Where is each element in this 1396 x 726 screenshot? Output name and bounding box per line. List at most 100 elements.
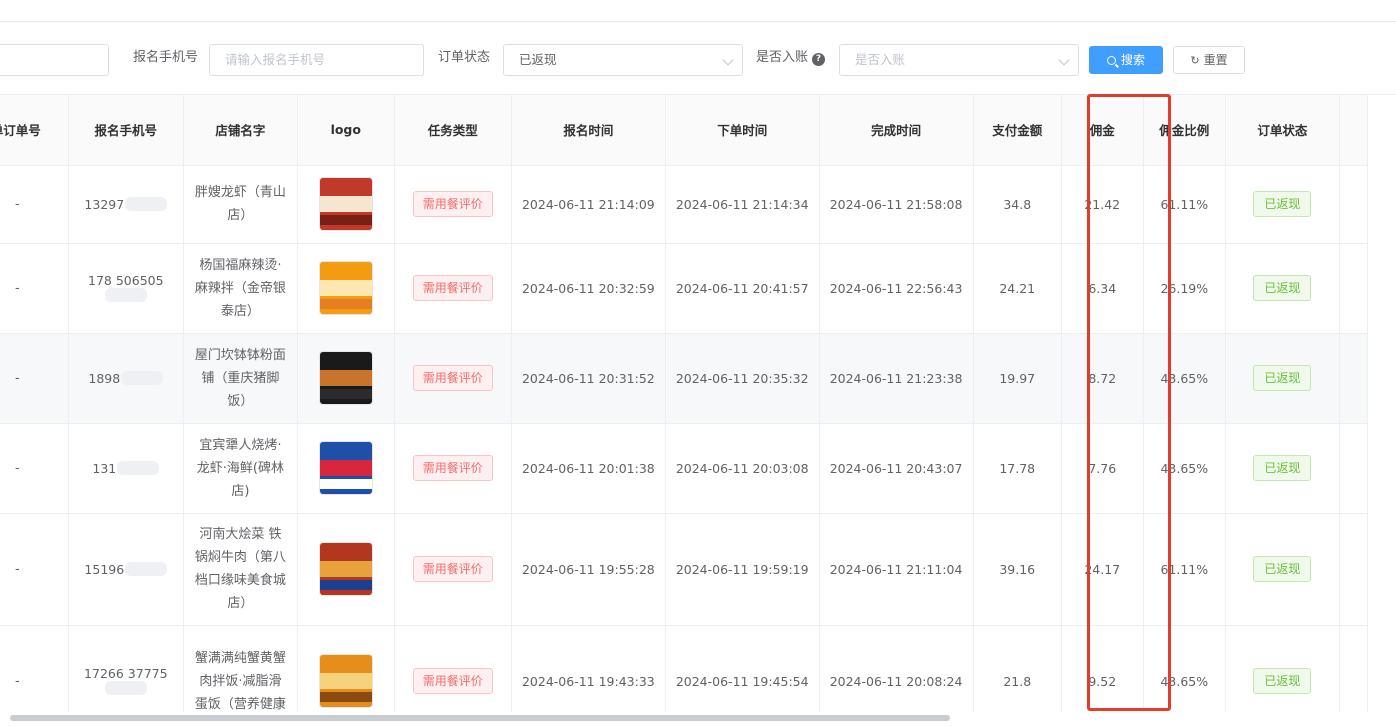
store-name-cell: 胖嫂龙虾（青山店） [183, 165, 298, 244]
phone-text: 13297 [84, 196, 125, 212]
redacted-blur [125, 196, 168, 211]
store-logo-image [319, 352, 372, 404]
task-type-cell: 需用餐评价 [394, 625, 512, 712]
order-time-cell: 2024-06-11 20:41:57 [665, 243, 820, 334]
column-header: 任务类型 [394, 95, 512, 166]
paid-amount-cell: 24.21 [973, 243, 1062, 334]
table-row[interactable]: - 1898 屋门坎钵钵粉面铺（重庆猪脚饭） 需用餐评价 2024-06-11 20:3… [0, 333, 1369, 424]
phone-filter-label: 报名手机号 [133, 50, 199, 65]
order-number-cell: - [0, 165, 69, 244]
order-number-cell: - [0, 625, 69, 712]
account-filter-label: 是否入账 [756, 50, 809, 65]
orders-table: 单订单号报名手机号店铺名字logo任务类型报名时间下单时间完成时间支付金额佣金佣… [0, 95, 1369, 712]
table-row[interactable]: - 131 宜宾犟人烧烤·龙虾·海鲜(碑林店) 需用餐评价 2024-06-11 20:… [0, 423, 1369, 514]
scrollbar-thumb[interactable] [10, 715, 950, 721]
commission-cell: 9.52 [1061, 625, 1144, 712]
reset-button-label: 重置 [1203, 53, 1228, 67]
status-badge: 已返现 [1253, 455, 1312, 481]
status-badge: 已返现 [1253, 556, 1312, 582]
column-header: 下单时间 [665, 95, 820, 166]
phone-text: 15196 [84, 561, 125, 577]
horizontal-scrollbar[interactable] [0, 712, 1396, 726]
table-row[interactable]: -17266 37775 蟹满满纯蟹黄蟹肉拌饭·减脂滑蛋饭（营养健康 需用餐评价 20… [0, 625, 1369, 712]
task-type-cell: 需用餐评价 [394, 165, 512, 244]
account-select[interactable]: 是否入账 [839, 44, 1079, 76]
signup-time-cell: 2024-06-11 19:43:33 [511, 625, 666, 712]
signup-time-cell: 2024-06-11 19:55:28 [511, 513, 666, 626]
task-type-cell: 需用餐评价 [394, 243, 512, 334]
table-row[interactable]: -13297 胖嫂龙虾（青山店） 需用餐评价 2024-06-11 21:14:09 2… [0, 165, 1369, 244]
search-button[interactable]: 搜索 [1089, 46, 1163, 74]
filter-bar: 报名手机号 请输入报名手机号 订单状态 已返现 是否入账? 是否入账 搜索 ↻ 重… [0, 22, 1396, 94]
task-type-tag: 需用餐评价 [412, 668, 493, 694]
column-header: 订单状态 [1225, 95, 1340, 166]
order-status-select[interactable]: 已返现 [503, 44, 743, 76]
finish-time-cell: 2024-06-11 21:23:38 [819, 333, 974, 424]
row-spacer-cell [1339, 165, 1369, 244]
signup-time-cell: 2024-06-11 20:32:59 [511, 243, 666, 334]
order-status-cell: 已返现 [1225, 243, 1340, 334]
commission-rate-cell: 43.65% [1143, 423, 1227, 514]
reset-button[interactable]: ↻ 重置 [1173, 46, 1245, 74]
commission-cell: 8.72 [1061, 333, 1144, 424]
logo-cell [297, 333, 395, 424]
paid-amount-cell: 21.8 [973, 625, 1062, 712]
logo-cell [297, 625, 395, 712]
phone-text: 1898 [88, 370, 121, 386]
column-header: 支付金额 [973, 95, 1062, 166]
column-header: 佣金比例 [1143, 95, 1227, 166]
paid-amount-cell: 39.16 [973, 513, 1062, 626]
order-number-cell: - [0, 333, 69, 424]
store-name-cell: 屋门坎钵钵粉面铺（重庆猪脚饭） [183, 333, 298, 424]
signup-time-cell: 2024-06-11 21:14:09 [511, 165, 666, 244]
commission-rate-cell: 43.65% [1143, 333, 1227, 424]
account-select-placeholder: 是否入账 [855, 52, 906, 67]
commission-cell: 7.76 [1061, 423, 1144, 514]
redacted-blur [105, 288, 148, 302]
task-type-tag: 需用餐评价 [412, 455, 493, 481]
redacted-blur [117, 460, 160, 475]
phone-text: 17266 37775 [84, 666, 168, 681]
chevron-down-icon [1058, 54, 1070, 66]
commission-rate-cell: 43.65% [1143, 625, 1227, 712]
table-row[interactable]: - 178 506505 杨国福麻辣烫·麻辣拌（金帝银泰店） 需用餐评价 2024-06… [0, 243, 1369, 334]
commission-rate-cell: 26.19% [1143, 243, 1227, 334]
order-status-cell: 已返现 [1225, 513, 1340, 626]
order-time-cell: 2024-06-11 21:14:34 [665, 165, 820, 244]
table-row[interactable]: -15196 河南大烩菜 铁锅焖牛肉（第八档口缘味美食城店） 需用餐评价 2024-0… [0, 513, 1369, 626]
redacted-blur [105, 681, 148, 695]
commission-rate-cell: 61.11% [1143, 165, 1227, 244]
store-logo-image [319, 262, 372, 314]
paid-amount-cell: 17.78 [973, 423, 1062, 514]
account-label-wrap: 是否入账? [756, 42, 826, 74]
order-number-cell: - [0, 513, 69, 626]
order-number-cell: - [0, 243, 69, 334]
logo-cell [297, 165, 395, 244]
column-header-spacer [1339, 95, 1369, 166]
store-logo-image [319, 442, 372, 494]
question-icon[interactable]: ? [812, 53, 826, 66]
store-logo-image [319, 543, 372, 595]
row-spacer-cell [1339, 243, 1369, 334]
order-status-cell: 已返现 [1225, 165, 1340, 244]
column-header: 佣金 [1061, 95, 1144, 166]
commission-cell: 24.17 [1061, 513, 1144, 626]
phone-input[interactable]: 请输入报名手机号 [209, 44, 424, 76]
task-type-tag: 需用餐评价 [412, 275, 493, 301]
column-header: 报名手机号 [68, 95, 184, 166]
phone-cell: 15196 [68, 513, 184, 626]
task-type-tag: 需用餐评价 [412, 556, 493, 582]
search-button-label: 搜索 [1120, 53, 1145, 67]
column-header: 店铺名字 [183, 95, 298, 166]
order-number-input[interactable] [0, 44, 109, 76]
task-type-cell: 需用餐评价 [394, 513, 512, 626]
order-time-cell: 2024-06-11 19:45:54 [665, 625, 820, 712]
status-badge: 已返现 [1253, 365, 1312, 391]
order-status-label: 订单状态 [438, 50, 491, 65]
status-badge: 已返现 [1253, 275, 1312, 301]
order-status-cell: 已返现 [1225, 625, 1340, 712]
store-name-cell: 杨国福麻辣烫·麻辣拌（金帝银泰店） [183, 243, 298, 334]
store-name-cell: 河南大烩菜 铁锅焖牛肉（第八档口缘味美食城店） [183, 513, 298, 626]
chevron-down-icon [722, 54, 734, 66]
phone-cell: 178 506505 [68, 243, 184, 334]
